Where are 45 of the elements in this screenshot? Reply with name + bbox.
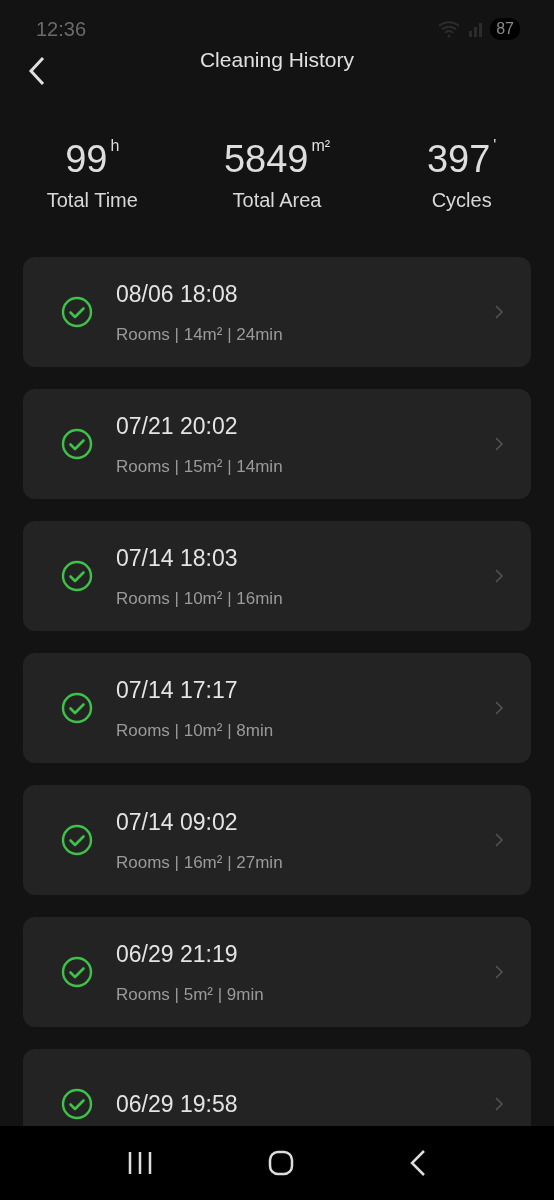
page-title: Cleaning History [199,47,355,73]
record-date: 08/06 18:08 [116,280,239,310]
stat-value: 5849 [223,137,309,180]
chevron-right-icon [495,833,503,848]
status-time: 12:36 [36,17,87,42]
chevron-right-icon [495,701,503,716]
chevron-right-icon [495,437,503,452]
record-summary: Rooms | 10m² | 16min [116,587,284,610]
record-summary: Rooms | 16m² | 27min [116,851,284,874]
history-record[interactable]: 07/14 17:17 Rooms | 10m² | 8min [23,653,531,764]
home-icon[interactable] [268,1150,294,1176]
history-record[interactable]: 07/14 09:02 Rooms | 16m² | 27min [23,785,531,896]
record-date: 07/14 18:03 [116,544,239,574]
chevron-right-icon [495,965,503,980]
stat-label: Cycles [431,189,492,212]
record-date: 06/29 21:19 [116,940,239,970]
record-date: 07/14 09:02 [116,808,239,838]
chevron-right-icon [495,1097,503,1112]
record-date: 07/14 17:17 [116,676,239,706]
stat-label: Total Area [232,189,322,212]
recent-apps-icon[interactable] [127,1150,154,1176]
stat-value: 397 [426,137,491,180]
history-record[interactable]: 06/29 21:19 Rooms | 5m² | 9min [23,917,531,1028]
record-summary: Rooms | 15m² | 14min [116,455,284,478]
record-date: 07/21 20:02 [116,412,239,442]
signal-icon [468,21,483,37]
record-date: 06/29 19:58 [116,1090,239,1120]
stat-label: Total Time [46,189,138,212]
history-record[interactable]: 07/14 18:03 Rooms | 10m² | 16min [23,521,531,632]
stat-value: 99 [65,137,108,180]
wifi-icon [438,20,461,38]
battery-level: 87 [490,18,520,40]
history-record[interactable]: 07/21 20:02 Rooms | 15m² | 14min [23,389,531,500]
stat-unit: h [110,136,120,154]
record-summary: Rooms | 14m² | 24min [116,323,284,346]
chevron-right-icon [495,569,503,584]
record-summary: Rooms | 5m² | 9min [116,983,265,1006]
record-summary: Rooms | 10m² | 8min [116,719,275,742]
stat-unit: ' [493,136,497,154]
history-record[interactable]: 06/29 19:58 [23,1049,531,1126]
history-record[interactable]: 08/06 18:08 Rooms | 14m² | 24min [23,257,531,368]
back-icon[interactable] [28,56,46,86]
chevron-right-icon [495,305,503,320]
back-icon[interactable] [408,1149,427,1177]
stat-unit: m² [311,136,331,154]
